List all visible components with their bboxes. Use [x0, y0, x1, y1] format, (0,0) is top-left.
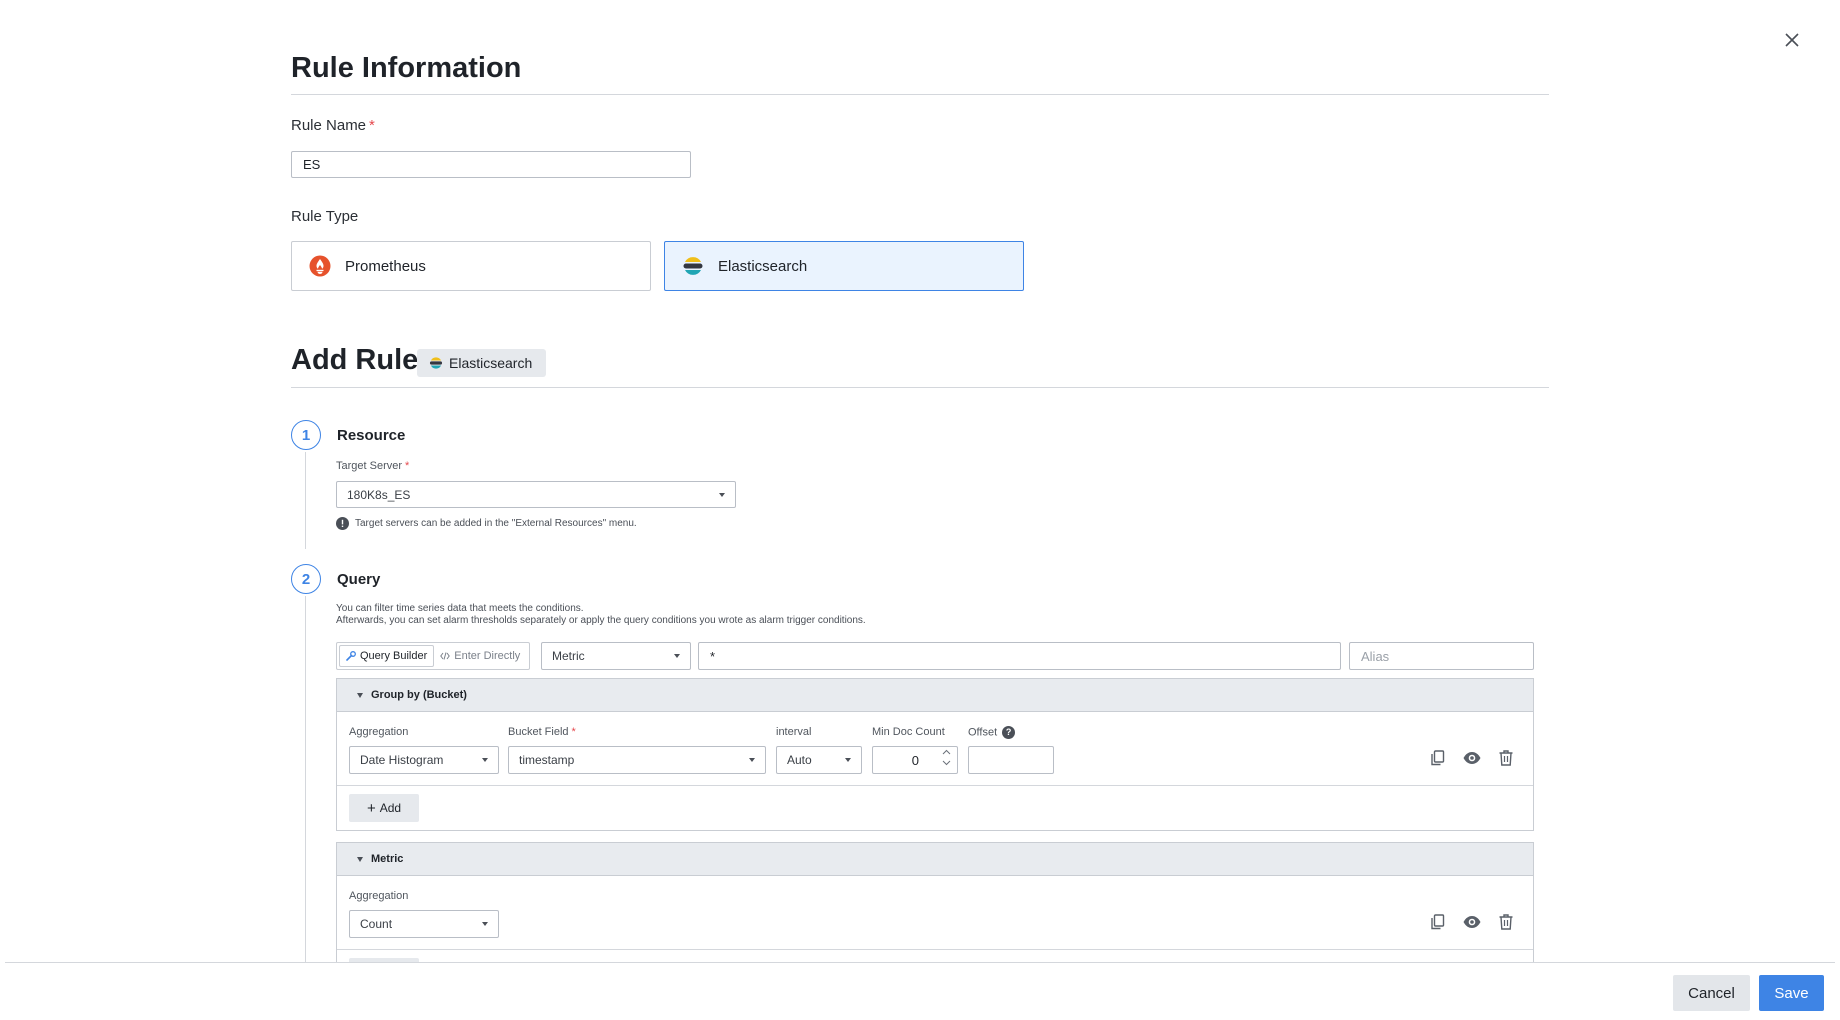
close-icon[interactable]: [1780, 28, 1804, 52]
rule-name-label: Rule Name *: [291, 117, 375, 134]
copy-icon[interactable]: [1428, 748, 1448, 768]
wrench-icon: [346, 651, 356, 661]
divider: [337, 785, 1533, 786]
aggregation-select[interactable]: Date Histogram: [349, 746, 499, 774]
target-server-label: Target Server *: [336, 460, 410, 472]
rule-information-title: Rule Information: [291, 52, 522, 84]
chevron-down-icon: [845, 758, 851, 762]
interval-select[interactable]: Auto: [776, 746, 862, 774]
metric-aggregation-value: Count: [360, 917, 393, 931]
bucket-field-value: timestamp: [519, 753, 575, 767]
required-mark: *: [405, 460, 410, 472]
query-type-value: Metric: [552, 649, 585, 663]
step-connector-line: [305, 596, 306, 962]
chevron-down-icon: [482, 758, 488, 762]
min-doc-count-label: Min Doc Count: [872, 726, 945, 738]
rule-type-badge: Elasticsearch: [417, 349, 547, 377]
plus-icon: +: [366, 799, 376, 817]
query-builder-label: Query Builder: [360, 650, 428, 662]
step-2-title: Query: [337, 571, 381, 588]
eye-icon[interactable]: [1462, 748, 1482, 768]
aggregation-value: Date Histogram: [360, 753, 444, 767]
info-icon: [336, 517, 349, 530]
help-icon[interactable]: ?: [1002, 726, 1016, 739]
metric-aggregation-select[interactable]: Count: [349, 910, 499, 938]
chevron-down-icon: [719, 492, 725, 497]
metric-header[interactable]: Metric: [337, 843, 1533, 876]
query-description-line-1: You can filter time series data that mee…: [336, 603, 584, 614]
target-server-select[interactable]: 180K8s_ES: [336, 481, 736, 508]
query-mode-toggle: Query Builder Enter Directly: [336, 642, 530, 670]
query-input[interactable]: *: [698, 642, 1341, 670]
alias-input[interactable]: Alias: [1349, 642, 1534, 670]
interval-label: interval: [776, 726, 812, 738]
metric-aggregation-label: Aggregation: [349, 890, 409, 902]
trash-icon[interactable]: [1496, 748, 1516, 768]
elasticsearch-icon: [683, 257, 703, 275]
divider: [291, 387, 1549, 388]
interval-value: Auto: [787, 753, 812, 767]
prometheus-icon: [309, 255, 331, 277]
rule-type-elasticsearch[interactable]: Elasticsearch: [664, 241, 1024, 291]
offset-label: Offset?: [968, 726, 1016, 739]
metric-title: Metric: [371, 853, 404, 865]
chevron-up-icon[interactable]: [942, 749, 951, 755]
add-rule-title: Add Rule: [291, 344, 419, 376]
metric-panel: Metric: [336, 842, 1534, 962]
step-2-number: 2: [291, 564, 321, 594]
rule-type-prometheus[interactable]: Prometheus: [291, 241, 651, 291]
add-bucket-button[interactable]: + Add: [349, 794, 419, 822]
bucket-field-label: Bucket Field *: [508, 726, 576, 738]
cancel-button[interactable]: Cancel: [1673, 975, 1750, 1011]
rule-name-input[interactable]: ES: [291, 151, 691, 178]
target-server-value: 180K8s_ES: [347, 487, 411, 502]
chevron-down-icon: [749, 758, 755, 762]
add-bucket-label: Add: [379, 801, 402, 815]
caret-down-icon: [357, 856, 363, 862]
stepper-arrows: [942, 749, 951, 766]
divider: [337, 949, 1533, 950]
eye-icon[interactable]: [1462, 912, 1482, 932]
enter-directly-tab[interactable]: Enter Directly: [434, 645, 526, 667]
step-connector-line: [305, 452, 306, 549]
query-type-select[interactable]: Metric: [541, 642, 691, 670]
save-button[interactable]: Save: [1759, 975, 1824, 1011]
trash-icon[interactable]: [1496, 912, 1516, 932]
step-1-number: 1: [291, 420, 321, 450]
chevron-down-icon: [674, 654, 680, 658]
min-doc-count-value: 0: [911, 752, 919, 768]
group-by-title: Group by (Bucket): [371, 689, 467, 701]
rule-type-badge-label: Elasticsearch: [449, 355, 533, 371]
divider: [291, 94, 1549, 95]
bucket-field-select[interactable]: timestamp: [508, 746, 766, 774]
query-builder-tab[interactable]: Query Builder: [339, 645, 435, 667]
code-icon: [440, 652, 451, 660]
query-description-line-2: Afterwards, you can set alarm thresholds…: [336, 615, 866, 626]
dialog-footer: [5, 962, 1835, 1020]
copy-icon[interactable]: [1428, 912, 1448, 932]
min-doc-count-stepper[interactable]: 0: [872, 746, 958, 774]
offset-input[interactable]: [968, 746, 1054, 774]
required-mark: *: [571, 726, 576, 738]
elasticsearch-icon: [429, 357, 443, 369]
target-server-hint-text: Target servers can be added in the "Exte…: [355, 518, 637, 529]
step-1-title: Resource: [337, 427, 406, 444]
rule-type-prometheus-label: Prometheus: [345, 257, 426, 275]
target-server-hint: Target servers can be added in the "Exte…: [336, 517, 637, 530]
rule-type-elasticsearch-label: Elasticsearch: [718, 257, 808, 275]
caret-down-icon: [357, 692, 363, 698]
group-by-header[interactable]: Group by (Bucket): [337, 679, 1533, 712]
aggregation-label: Aggregation: [349, 726, 409, 738]
required-mark: *: [369, 117, 375, 134]
rule-type-label: Rule Type: [291, 208, 359, 225]
chevron-down-icon: [482, 922, 488, 926]
chevron-down-icon[interactable]: [942, 760, 951, 766]
enter-directly-label: Enter Directly: [454, 650, 521, 662]
dialog-content: Rule Information Rule Name * ES Rule Type…: [291, 0, 1549, 962]
